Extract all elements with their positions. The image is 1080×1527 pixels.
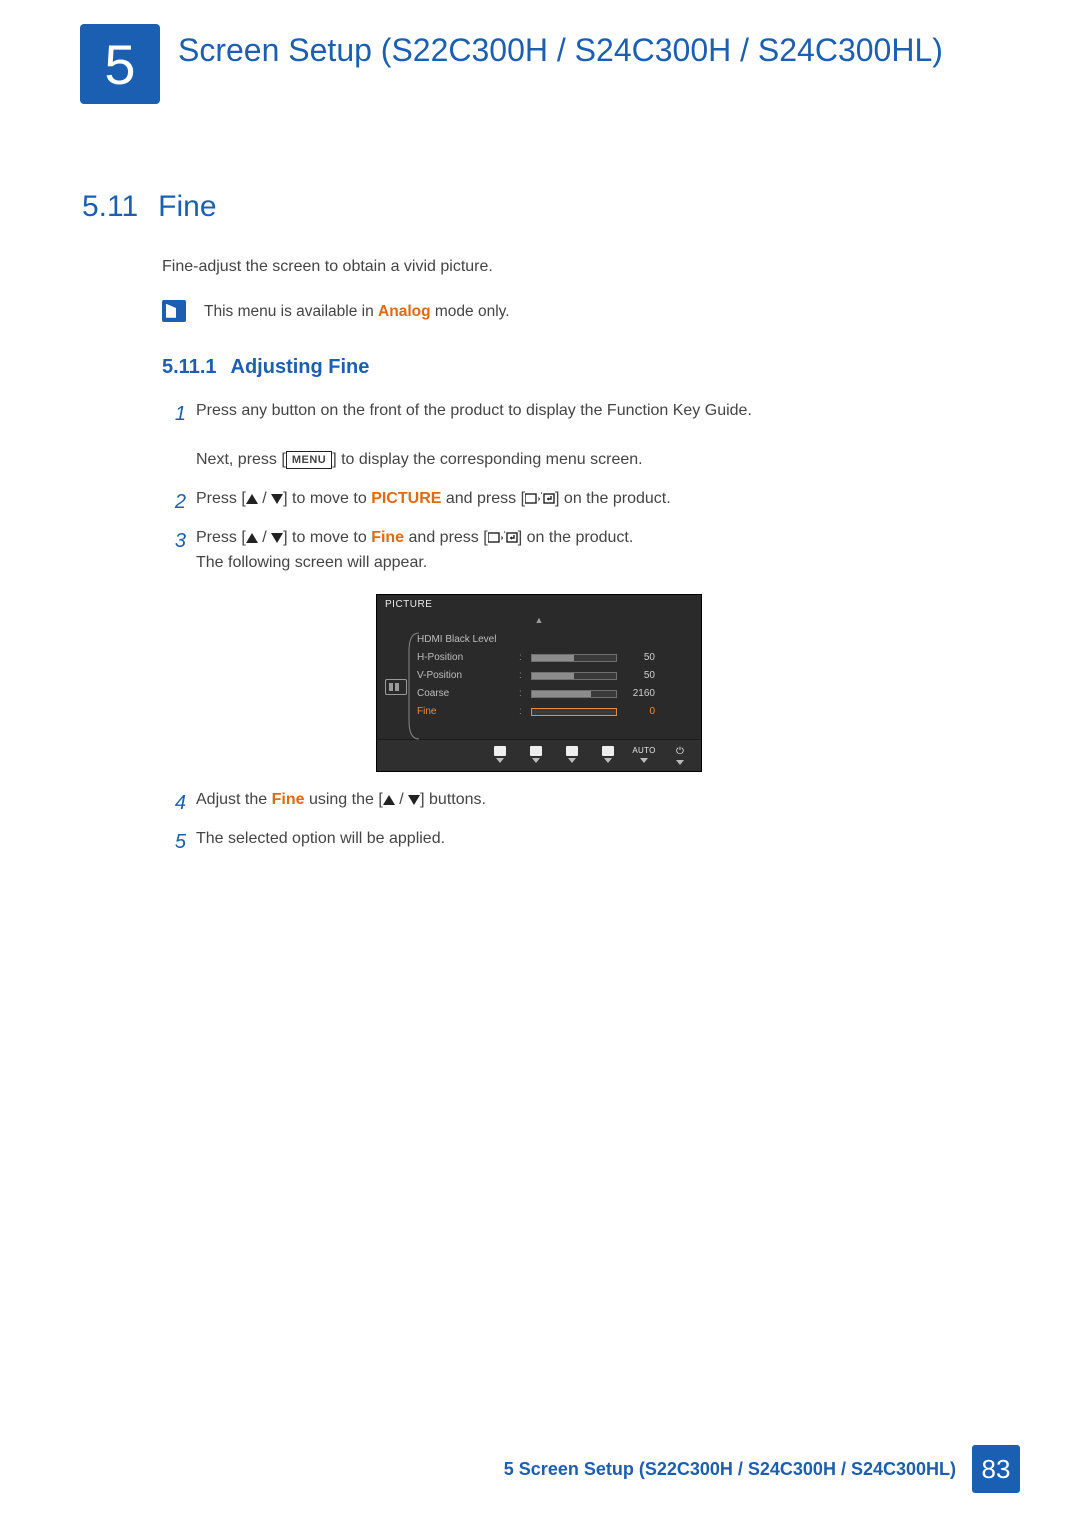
osd-bracket-icon: [407, 631, 421, 741]
triangle-up-icon: [383, 795, 395, 805]
step-1-line2a: Next, press [: [196, 451, 286, 468]
step-number: 1: [162, 399, 186, 430]
osd-foot-enter-icon: [597, 746, 619, 765]
keyword-fine: Fine: [371, 529, 404, 546]
chapter-number-badge: 5: [80, 24, 160, 104]
t: ] to move to: [283, 529, 371, 546]
osd-foot-power-icon: ⏻: [669, 746, 691, 765]
triangle-down-icon: [271, 494, 283, 504]
step-number: 5: [162, 827, 186, 858]
chapter-title: Screen Setup (S22C300H / S24C300H / S24C…: [178, 24, 943, 70]
step-1-line2b: ] to display the corresponding menu scre…: [332, 451, 642, 468]
section-title: Fine: [158, 190, 216, 224]
t: Adjust the: [196, 791, 272, 808]
c: :: [519, 670, 525, 682]
osd-value: 0: [623, 706, 655, 718]
step-5-text: The selected option will be applied.: [196, 830, 445, 847]
osd-label: Fine: [417, 706, 513, 718]
t: ] on the product.: [518, 529, 634, 546]
osd-row-hdmi: HDMI Black Level: [417, 631, 691, 649]
osd-row-vpos: V-Position : 50: [417, 667, 691, 685]
osd-category-icon: [385, 679, 407, 695]
chapter-header: 5 Screen Setup (S22C300H / S24C300H / S2…: [80, 24, 1010, 104]
osd-row-coarse: Coarse : 2160: [417, 685, 691, 703]
t: ] on the product.: [555, 490, 671, 507]
triangle-up-icon: [246, 494, 258, 504]
step-1-line1: Press any button on the front of the pro…: [196, 402, 752, 419]
source-enter-icon: /: [488, 531, 518, 545]
page-number-badge: 83: [972, 1445, 1020, 1493]
step-1: 1 Press any button on the front of the p…: [162, 399, 990, 473]
osd-slider: [531, 672, 617, 680]
osd-title: PICTURE: [377, 595, 701, 615]
osd-label: V-Position: [417, 670, 513, 682]
section-number: 5.11: [82, 190, 138, 224]
step-number: 2: [162, 487, 186, 518]
t: ] buttons.: [420, 791, 486, 808]
osd-value: 50: [623, 652, 655, 664]
note-text: This menu is available in Analog mode on…: [204, 300, 510, 324]
step-number: 3: [162, 526, 186, 557]
triangle-up-icon: [246, 533, 258, 543]
keyword-picture: PICTURE: [371, 490, 441, 507]
note-icon: [162, 300, 186, 322]
osd-foot-auto: AUTO: [633, 746, 655, 765]
t: and press [: [441, 490, 525, 507]
content-body: Fine-adjust the screen to obtain a vivid…: [162, 255, 990, 866]
osd-footer: AUTO ⏻: [377, 739, 701, 771]
osd-scroll-up-icon: ▲: [377, 615, 701, 628]
intro-text: Fine-adjust the screen to obtain a vivid…: [162, 255, 990, 280]
osd-foot-back-icon: [489, 746, 511, 765]
footer-text: 5 Screen Setup (S22C300H / S24C300H / S2…: [504, 1459, 956, 1480]
step-2: 2 Press [ / ] to move to PICTURE and pre…: [162, 487, 990, 512]
step-list: 1 Press any button on the front of the p…: [162, 399, 990, 852]
t: and press [: [404, 529, 488, 546]
subsection-heading: 5.11.1 Adjusting Fine: [162, 352, 990, 383]
osd-label: Coarse: [417, 688, 513, 700]
subsection-number: 5.11.1: [162, 352, 217, 383]
t: Press [: [196, 529, 246, 546]
step-4: 4 Adjust the Fine using the [ / ] button…: [162, 788, 990, 813]
osd-foot-plus-icon: [561, 746, 583, 765]
osd-row-fine-selected: Fine : 0: [417, 703, 691, 721]
osd-body: HDMI Black Level H-Position : 50 V-Posit…: [377, 627, 701, 739]
c: :: [519, 652, 525, 664]
step-3-trail: The following screen will appear.: [196, 554, 427, 571]
osd-slider: [531, 708, 617, 716]
subsection-title: Adjusting Fine: [231, 352, 370, 383]
t: using the [: [305, 791, 383, 808]
osd-value: 2160: [623, 688, 655, 700]
triangle-down-icon: [271, 533, 283, 543]
step-5: 5 The selected option will be applied.: [162, 827, 990, 852]
page-footer: 5 Screen Setup (S22C300H / S24C300H / S2…: [504, 1445, 1020, 1493]
osd-value: 50: [623, 670, 655, 682]
triangle-down-icon: [408, 795, 420, 805]
osd-row-hpos: H-Position : 50: [417, 649, 691, 667]
c: :: [519, 706, 525, 718]
t: ] to move to: [283, 490, 371, 507]
section-heading: 5.11 Fine: [82, 190, 1010, 224]
menu-key-icon: MENU: [286, 451, 332, 469]
keyword-fine: Fine: [272, 791, 305, 808]
step-number: 4: [162, 788, 186, 819]
osd-slider: [531, 654, 617, 662]
osd-foot-minus-icon: [525, 746, 547, 765]
osd-label: HDMI Black Level: [417, 634, 513, 646]
note-suffix: mode only.: [431, 303, 510, 320]
note: This menu is available in Analog mode on…: [162, 300, 990, 324]
osd-label: H-Position: [417, 652, 513, 664]
source-enter-icon: /: [525, 492, 555, 506]
c: :: [519, 688, 525, 700]
page: 5 Screen Setup (S22C300H / S24C300H / S2…: [0, 0, 1080, 1527]
osd-slider: [531, 690, 617, 698]
osd-screenshot: PICTURE ▲ HDMI Black Level H-Position :: [376, 594, 990, 773]
osd-panel: PICTURE ▲ HDMI Black Level H-Position :: [376, 594, 702, 773]
step-3: 3 Press [ / ] to move to Fine and press …: [162, 526, 990, 772]
note-emphasis: Analog: [378, 303, 431, 320]
note-prefix: This menu is available in: [204, 303, 378, 320]
t: Press [: [196, 490, 246, 507]
